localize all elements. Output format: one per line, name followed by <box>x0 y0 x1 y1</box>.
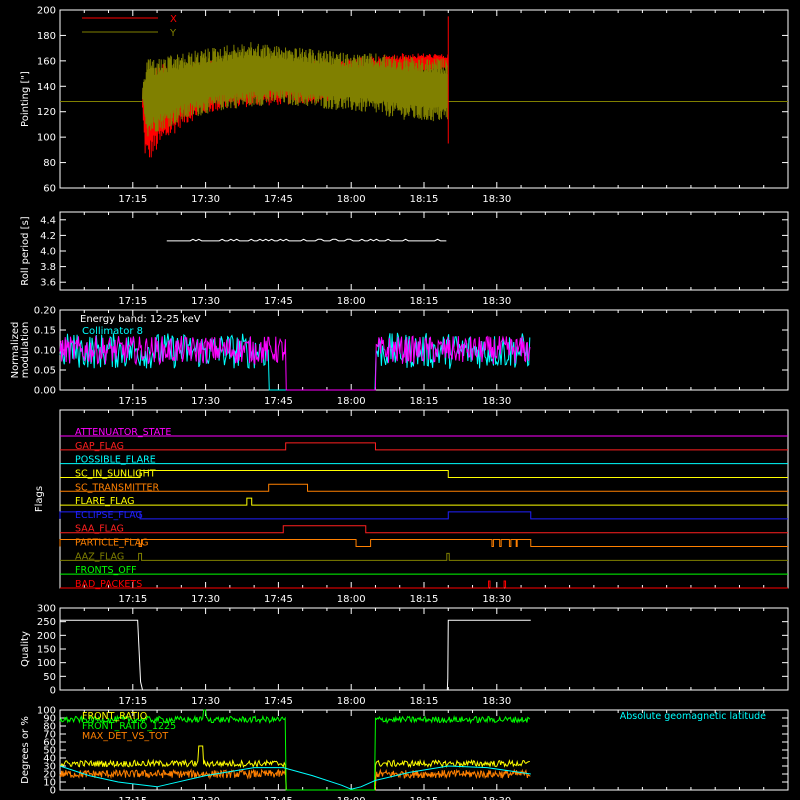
quality-xtick-label: 17:15 <box>118 696 147 707</box>
flag-label-particle-flag: PARTICLE_FLAG <box>75 538 148 549</box>
roll-ytick-label: 4.4 <box>40 215 56 226</box>
degrees-xtick-label: 17:30 <box>191 796 220 800</box>
pointing-ytick-label: 200 <box>37 6 56 17</box>
roll-ytick-label: 4.0 <box>40 247 56 258</box>
pointing-ytick-label: 80 <box>43 158 56 169</box>
quality-ytick-label: 250 <box>37 617 56 628</box>
roll-ylabel: Roll period [s] <box>20 216 31 285</box>
roll-ytick-label: 4.2 <box>40 231 56 242</box>
pointing-ytick-label: 120 <box>37 107 56 118</box>
roll-xtick-label: 17:30 <box>191 296 220 307</box>
pointing-ylabel: Pointing ["] <box>20 71 31 127</box>
modulation-xtick-label: 17:30 <box>191 396 220 407</box>
quality-ytick-label: 50 <box>43 672 56 683</box>
quality-ytick-label: 300 <box>37 604 56 615</box>
flag-label-flare-flag: FLARE_FLAG <box>75 496 135 507</box>
modulation-ylabel: modulation <box>20 322 31 379</box>
quality-xtick-label: 18:30 <box>482 696 511 707</box>
pointing-ytick-label: 100 <box>37 133 56 144</box>
modulation-ytick-label: 0.20 <box>34 306 56 317</box>
modulation-ytick-label: 0.10 <box>34 346 56 357</box>
flag-label-sc-in-sunlight: SC_IN_SUNLIGHT <box>75 468 156 479</box>
modulation-ytick-label: 0.00 <box>34 386 56 397</box>
pointing-ytick-label: 140 <box>37 82 56 93</box>
modulation-ytick-label: 0.15 <box>34 326 56 337</box>
modulation-xtick-label: 17:15 <box>118 396 147 407</box>
degrees-xtick-label: 18:15 <box>410 796 439 800</box>
modulation-xtick-label: 18:15 <box>410 396 439 407</box>
roll-xtick-label: 17:15 <box>118 296 147 307</box>
modulation-xtick-label: 18:30 <box>482 396 511 407</box>
degrees-xtick-label: 18:30 <box>482 796 511 800</box>
energy-band-label: Energy band: 12-25 keV <box>80 314 201 325</box>
pointing-ytick-label: 60 <box>43 184 56 195</box>
quality-ytick-label: 0 <box>50 686 56 697</box>
legend-label-y: Y <box>169 28 177 39</box>
degrees-ylabel: Degrees or % <box>20 716 31 784</box>
modulation-xtick-label: 18:00 <box>337 396 366 407</box>
quality-xtick-label: 18:00 <box>337 696 366 707</box>
flag-label-fronts-off: FRONTS_OFF <box>75 565 137 576</box>
flag-label-eclipse-flag: ECLIPSE_FLAG <box>75 510 143 521</box>
collimator-label: Collimator 8 <box>82 326 143 337</box>
flag-label-gap-flag: GAP_FLAG <box>75 441 124 452</box>
degrees-xtick-label: 18:00 <box>337 796 366 800</box>
flag-label-saa-flag: SAA_FLAG <box>75 524 124 535</box>
roll-xtick-label: 18:00 <box>337 296 366 307</box>
quality-xtick-label: 17:45 <box>264 696 293 707</box>
pointing-xtick-label: 17:30 <box>191 194 220 205</box>
quality-ytick-label: 100 <box>37 658 56 669</box>
roll-ytick-label: 3.6 <box>40 278 56 289</box>
flags-xtick-label: 17:45 <box>264 594 293 605</box>
roll-xtick-label: 17:45 <box>264 296 293 307</box>
pointing-xtick-label: 18:00 <box>337 194 366 205</box>
flag-label-attenuator-state: ATTENUATOR_STATE <box>75 427 171 438</box>
flags-ylabel: Flags <box>34 486 45 512</box>
legend-label-x: X <box>170 14 177 25</box>
flag-label-bad-packets: BAD_PACKETS <box>75 579 142 590</box>
modulation-ytick-label: 0.05 <box>34 366 56 377</box>
flag-label-aaz-flag: AAZ_FLAG <box>75 551 124 562</box>
pointing-xtick-label: 17:15 <box>118 194 147 205</box>
pointing-xtick-label: 18:15 <box>410 194 439 205</box>
quality-xtick-label: 17:30 <box>191 696 220 707</box>
degrees-xtick-label: 17:15 <box>118 796 147 800</box>
legend-max-det-vs-tot: MAX_DET_VS_TOT <box>82 731 168 742</box>
pointing-ytick-label: 160 <box>37 56 56 67</box>
degrees-xtick-label: 17:45 <box>264 796 293 800</box>
flags-xtick-label: 18:15 <box>410 594 439 605</box>
quality-ytick-label: 150 <box>37 645 56 656</box>
pointing-xtick-label: 18:30 <box>482 194 511 205</box>
flags-xtick-label: 18:30 <box>482 594 511 605</box>
quality-ytick-label: 200 <box>37 631 56 642</box>
pointing-ytick-label: 180 <box>37 31 56 42</box>
flags-xtick-label: 17:30 <box>191 594 220 605</box>
flag-label-possible-flare: POSSIBLE_FLARE <box>75 455 156 466</box>
telemetry-figure: 17:15 17:30 17:45 18:00 18:15 18:30 60 80 100 120… <box>0 0 800 800</box>
pointing-xtick-label: 17:45 <box>264 194 293 205</box>
roll-ytick-label: 3.8 <box>40 262 56 273</box>
roll-xtick-label: 18:30 <box>482 296 511 307</box>
legend-geomagnetic-latitude: Absolute geomagnetic latitude <box>620 711 766 722</box>
quality-xtick-label: 18:15 <box>410 696 439 707</box>
roll-xtick-label: 18:15 <box>410 296 439 307</box>
modulation-xtick-label: 17:45 <box>264 396 293 407</box>
quality-ylabel: Quality <box>20 631 31 667</box>
degrees-ytick-label: 100 <box>37 706 56 717</box>
flags-xtick-label: 17:15 <box>118 594 147 605</box>
flags-xtick-label: 18:00 <box>337 594 366 605</box>
flag-label-sc-transmitter: SC_TRANSMITTER <box>75 482 160 493</box>
